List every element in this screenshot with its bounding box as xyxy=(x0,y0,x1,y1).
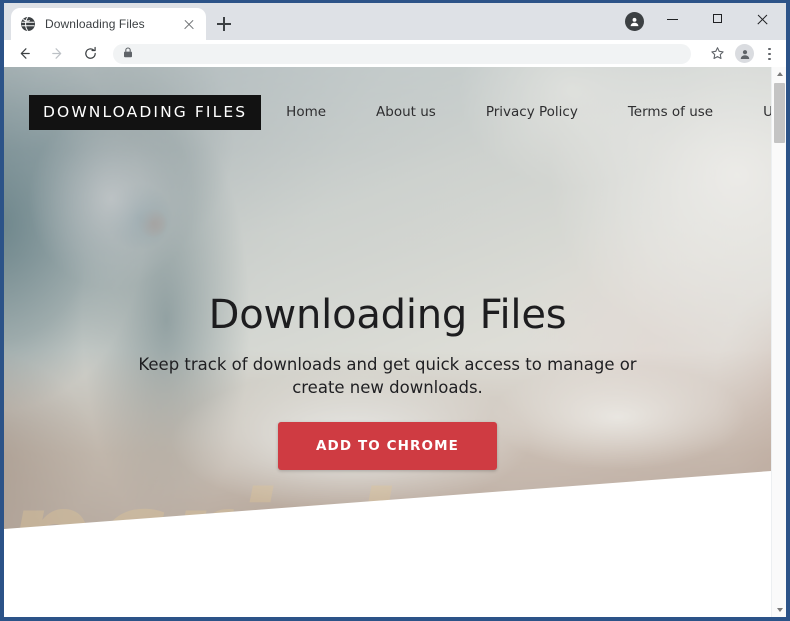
scroll-up-arrow-icon[interactable] xyxy=(772,67,786,81)
window-maximize-button[interactable] xyxy=(696,3,741,35)
add-to-chrome-button[interactable]: ADD TO CHROME xyxy=(278,421,497,470)
browser-tab[interactable]: Downloading Files xyxy=(11,8,206,40)
browser-window: Downloading Files pcrisk.com DOWNLOADING… xyxy=(0,0,790,621)
scrollbar-thumb[interactable] xyxy=(774,83,785,143)
window-controls xyxy=(625,3,786,40)
hero-section: pcrisk.com DOWNLOADING FILES Home About … xyxy=(4,67,771,572)
reload-icon[interactable] xyxy=(77,41,103,67)
site-header: DOWNLOADING FILES Home About us Privacy … xyxy=(4,67,771,157)
window-minimize-button[interactable] xyxy=(651,3,696,35)
star-icon[interactable] xyxy=(704,41,730,67)
nav-item-about-us[interactable]: About us xyxy=(351,98,461,126)
toolbar-right-group xyxy=(697,41,783,67)
page-below-fold xyxy=(4,572,771,617)
browser-window-inner: Downloading Files pcrisk.com DOWNLOADING… xyxy=(4,3,786,617)
globe-icon xyxy=(20,16,36,32)
tab-strip: Downloading Files xyxy=(4,3,786,40)
lock-icon xyxy=(123,45,133,63)
tab-close-icon[interactable] xyxy=(181,16,197,32)
nav-item-privacy-policy[interactable]: Privacy Policy xyxy=(461,98,603,126)
nav-item-uninstall[interactable]: Uninstall xyxy=(738,98,771,126)
browser-toolbar xyxy=(4,40,786,67)
address-bar[interactable] xyxy=(113,43,691,64)
site-logo[interactable]: DOWNLOADING FILES xyxy=(29,94,262,130)
nav-item-home[interactable]: Home xyxy=(261,98,351,126)
new-tab-button[interactable] xyxy=(212,12,236,36)
page-viewport: pcrisk.com DOWNLOADING FILES Home About … xyxy=(4,67,786,617)
account-icon[interactable] xyxy=(735,44,754,63)
three-dots-icon[interactable] xyxy=(759,43,779,65)
scroll-down-arrow-icon[interactable] xyxy=(772,603,786,617)
tab-title: Downloading Files xyxy=(45,17,145,31)
site-nav-links: Home About us Privacy Policy Terms of us… xyxy=(261,98,771,126)
nav-item-terms-of-use[interactable]: Terms of use xyxy=(603,98,738,126)
page-scrollbar[interactable] xyxy=(771,67,786,617)
window-close-button[interactable] xyxy=(741,3,786,35)
forward-arrow-icon xyxy=(44,41,70,67)
back-arrow-icon[interactable] xyxy=(11,41,37,67)
window-profile-icon[interactable] xyxy=(625,12,644,31)
